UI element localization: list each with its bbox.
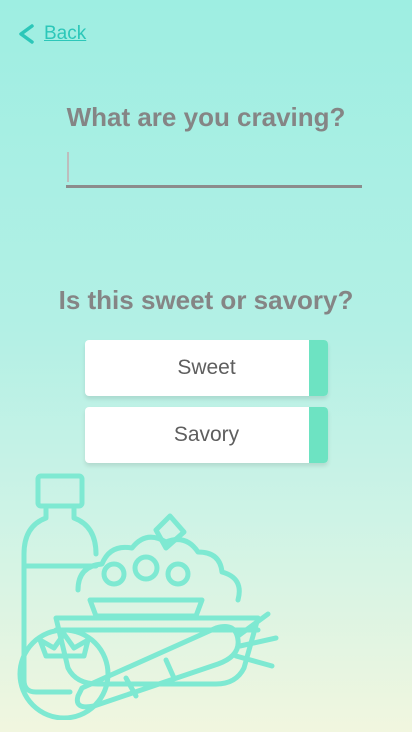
sweet-button-label: Sweet	[177, 356, 236, 379]
sweet-button-tab	[309, 340, 328, 396]
groceries-illustration-icon	[17, 473, 279, 720]
back-label: Back	[44, 23, 87, 44]
craving-input-wrapper	[66, 150, 362, 190]
sweet-button[interactable]: Sweet	[85, 340, 328, 396]
sweet-savory-question: Is this sweet or savory?	[58, 285, 354, 315]
back-button[interactable]: Back	[16, 22, 86, 46]
chevron-left-icon	[19, 24, 34, 44]
craving-question: What are you craving?	[66, 102, 346, 132]
craving-input[interactable]	[66, 150, 362, 188]
savory-button-tab	[309, 407, 328, 463]
savory-button[interactable]: Savory	[85, 407, 328, 463]
savory-button-label: Savory	[173, 423, 240, 446]
text-cursor	[67, 152, 69, 182]
